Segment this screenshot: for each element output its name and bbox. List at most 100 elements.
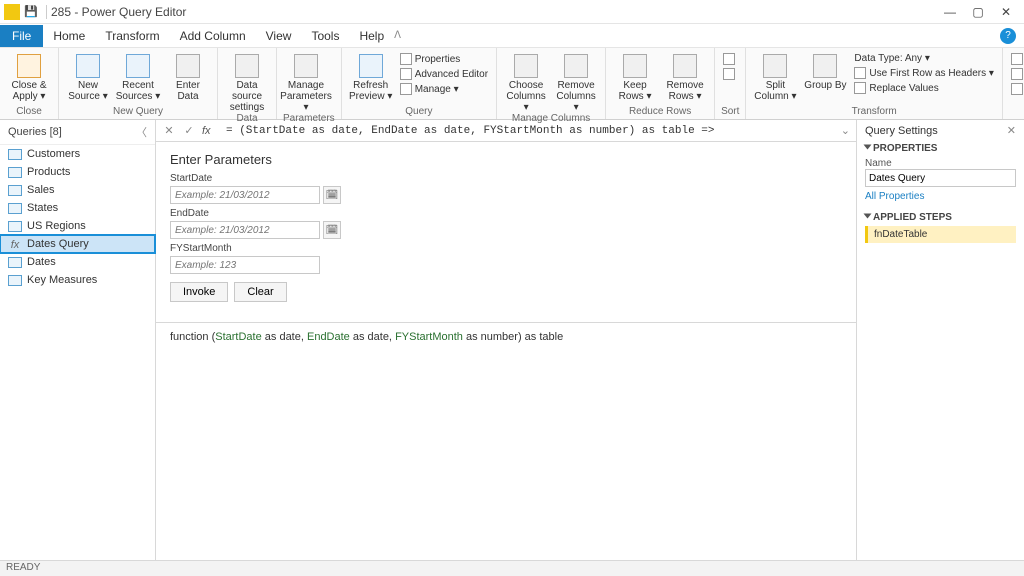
formula-commit-icon[interactable]: ✓ xyxy=(182,124,196,137)
menu-transform[interactable]: Transform xyxy=(95,25,169,47)
ribbon-group-query: Query xyxy=(348,106,490,118)
query-item-dates[interactable]: Dates xyxy=(0,253,155,271)
manage-button[interactable]: Manage ▾ xyxy=(398,82,490,96)
query-item-label: Sales xyxy=(27,184,55,196)
table-icon xyxy=(8,221,22,232)
query-item-sales[interactable]: Sales xyxy=(0,181,155,199)
collapse-queries-icon[interactable]: 〈 xyxy=(136,124,147,140)
ribbon-group-newquery: New Query xyxy=(65,106,211,118)
function-signature: function (StartDate as date, EndDate as … xyxy=(156,331,856,344)
param-label-enddate: EndDate xyxy=(170,208,842,219)
queries-header: Queries [8] xyxy=(8,126,62,138)
invoke-button[interactable]: Invoke xyxy=(170,282,228,302)
table-icon xyxy=(8,185,22,196)
table-icon xyxy=(8,149,22,160)
group-by-button[interactable]: Group By xyxy=(802,52,848,91)
close-apply-button[interactable]: Close & Apply ▾ xyxy=(6,52,52,102)
append-queries-button[interactable]: Append Queries ▾ xyxy=(1009,67,1024,81)
merge-queries-button[interactable]: Merge Queries ▾ xyxy=(1009,52,1024,66)
enter-parameters-title: Enter Parameters xyxy=(170,152,842,167)
queries-panel: Queries [8] 〈 Customers Products Sales State… xyxy=(0,120,156,560)
query-item-label: Key Measures xyxy=(27,274,97,286)
close-settings-icon[interactable]: ✕ xyxy=(1007,124,1016,137)
ribbon-group-close: Close xyxy=(6,106,52,118)
ribbon-group-reducerows: Reduce Rows xyxy=(612,106,708,118)
query-settings-title: Query Settings xyxy=(865,125,938,137)
split-column-button[interactable]: Split Column ▾ xyxy=(752,52,798,102)
close-window-button[interactable]: ✕ xyxy=(992,5,1020,19)
formula-cancel-icon[interactable]: ✕ xyxy=(162,124,176,137)
query-item-label: Dates xyxy=(27,256,56,268)
query-item-key-measures[interactable]: Key Measures xyxy=(0,271,155,289)
enter-data-button[interactable]: Enter Data xyxy=(165,52,211,102)
fystartmonth-input[interactable] xyxy=(170,256,320,274)
maximize-button[interactable]: ▢ xyxy=(964,5,992,19)
query-item-label: States xyxy=(27,202,58,214)
query-item-states[interactable]: States xyxy=(0,199,155,217)
applied-step-item[interactable]: fnDateTable xyxy=(865,226,1016,243)
ribbon-group-transform: Transform xyxy=(752,106,996,118)
save-icon[interactable]: 💾 xyxy=(24,5,38,19)
enddate-input[interactable] xyxy=(170,221,320,239)
query-name-input[interactable] xyxy=(865,169,1016,187)
file-menu[interactable]: File xyxy=(0,25,43,47)
query-item-products[interactable]: Products xyxy=(0,163,155,181)
new-source-button[interactable]: New Source ▾ xyxy=(65,52,111,102)
param-label-fystartmonth: FYStartMonth xyxy=(170,243,842,254)
properties-section[interactable]: PROPERTIES xyxy=(873,143,937,154)
status-bar: READY xyxy=(0,560,1024,576)
calendar-icon[interactable]: 🗓 xyxy=(323,221,341,239)
name-label: Name xyxy=(865,158,1016,169)
divider xyxy=(156,322,856,323)
manage-parameters-button[interactable]: Manage Parameters ▾ xyxy=(283,52,329,113)
app-icon xyxy=(4,4,20,20)
data-type-button[interactable]: Data Type: Any ▾ xyxy=(852,52,996,65)
minimize-button[interactable]: — xyxy=(936,5,964,19)
help-icon[interactable]: ? xyxy=(1000,28,1016,44)
menu-home[interactable]: Home xyxy=(43,25,95,47)
query-item-dates-query[interactable]: fxDates Query xyxy=(0,235,155,253)
query-item-label: Customers xyxy=(27,148,80,160)
ribbon-group-combine: Combine xyxy=(1009,106,1024,118)
sort-desc-button[interactable] xyxy=(721,67,737,81)
menu-add-column[interactable]: Add Column xyxy=(170,25,256,47)
choose-columns-button[interactable]: Choose Columns ▾ xyxy=(503,52,549,113)
formula-input[interactable] xyxy=(226,125,835,137)
formula-dropdown-icon[interactable]: ⌄ xyxy=(841,124,850,137)
separator xyxy=(46,5,47,19)
clear-button[interactable]: Clear xyxy=(234,282,286,302)
query-item-us-regions[interactable]: US Regions xyxy=(0,217,155,235)
refresh-preview-button[interactable]: Refresh Preview ▾ xyxy=(348,52,394,102)
param-label-startdate: StartDate xyxy=(170,173,842,184)
table-icon xyxy=(8,275,22,286)
applied-steps-section[interactable]: APPLIED STEPS xyxy=(873,212,952,223)
combine-files-button[interactable]: Combine Files xyxy=(1009,82,1024,96)
ribbon-group-sort: Sort xyxy=(721,106,739,118)
query-item-label: US Regions xyxy=(27,220,86,232)
data-source-settings-button[interactable]: Data source settings xyxy=(224,52,270,113)
fx-icon: fx xyxy=(202,125,220,137)
remove-rows-button[interactable]: Remove Rows ▾ xyxy=(662,52,708,102)
first-row-headers-button[interactable]: Use First Row as Headers ▾ xyxy=(852,66,996,80)
window-title: 285 - Power Query Editor xyxy=(51,5,186,19)
replace-values-button[interactable]: Replace Values xyxy=(852,81,996,95)
startdate-input[interactable] xyxy=(170,186,320,204)
ribbon-collapse-icon[interactable]: ᐱ xyxy=(394,30,401,41)
query-item-label: Dates Query xyxy=(27,238,89,250)
calendar-icon[interactable]: 🗓 xyxy=(323,186,341,204)
menu-view[interactable]: View xyxy=(256,25,302,47)
menu-help[interactable]: Help xyxy=(349,25,394,47)
table-icon xyxy=(8,167,22,178)
table-icon xyxy=(8,203,22,214)
all-properties-link[interactable]: All Properties xyxy=(865,191,1016,202)
remove-columns-button[interactable]: Remove Columns ▾ xyxy=(553,52,599,113)
advanced-editor-button[interactable]: Advanced Editor xyxy=(398,67,490,81)
query-item-label: Products xyxy=(27,166,70,178)
keep-rows-button[interactable]: Keep Rows ▾ xyxy=(612,52,658,102)
sort-asc-button[interactable] xyxy=(721,52,737,66)
properties-button[interactable]: Properties xyxy=(398,52,490,66)
recent-sources-button[interactable]: Recent Sources ▾ xyxy=(115,52,161,102)
menu-tools[interactable]: Tools xyxy=(301,25,349,47)
table-icon xyxy=(8,257,22,268)
query-item-customers[interactable]: Customers xyxy=(0,145,155,163)
